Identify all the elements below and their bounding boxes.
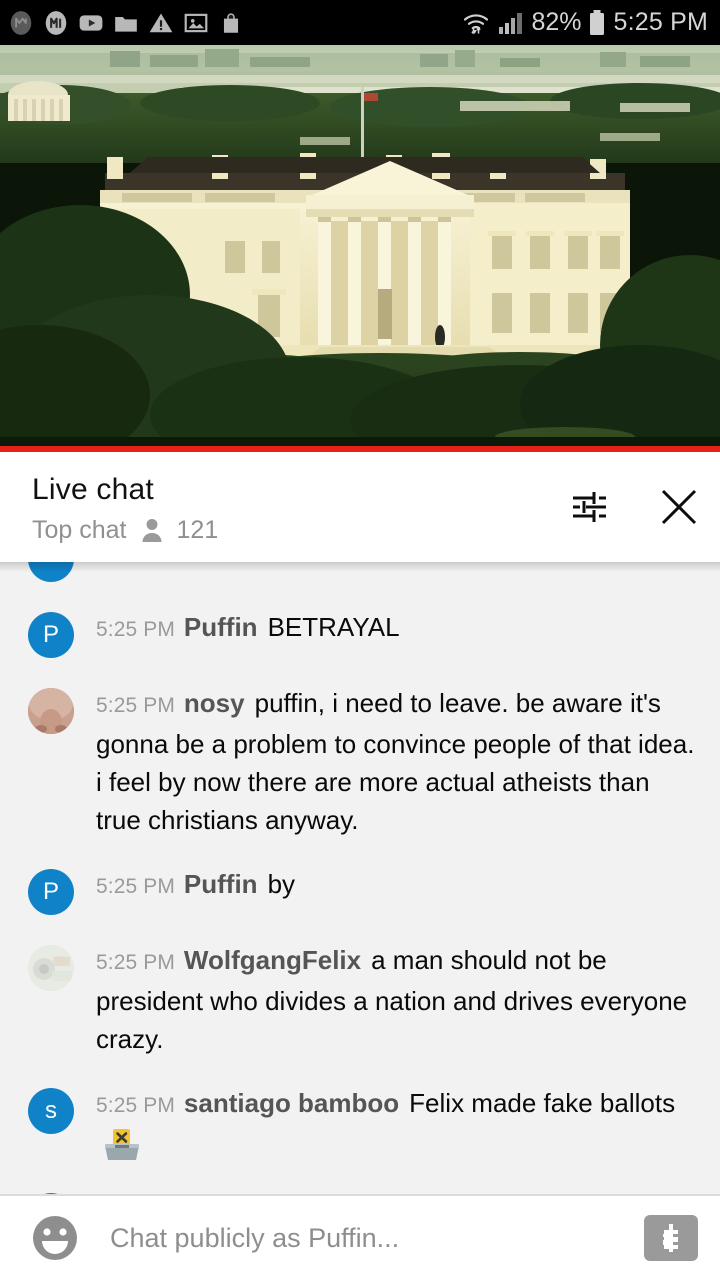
white-house-frame: [0, 45, 720, 449]
person-icon: [142, 519, 162, 542]
chat-input-bar: [0, 1196, 720, 1280]
cell-signal-icon: [499, 12, 523, 34]
video-player[interactable]: [0, 45, 720, 449]
avatar-letter: P: [42, 878, 59, 905]
page-title: Live chat: [32, 473, 154, 506]
avatar[interactable]: [28, 688, 74, 734]
message-body: 5:25 PM Puffin by: [96, 865, 696, 915]
message-author[interactable]: nosy: [184, 688, 245, 718]
chat-mode-label[interactable]: Top chat: [32, 514, 127, 546]
avatar-photo: [28, 688, 74, 734]
list-item[interactable]: P 5:25 PM Puffin BETRAYAL: [0, 608, 720, 658]
avatar[interactable]: P: [28, 869, 74, 915]
status-bar-notifications: [8, 10, 461, 36]
avatar-letter: P: [42, 621, 59, 648]
list-item[interactable]: s 5:25 PM santiago bamboo Felix made fake …: [0, 1084, 720, 1163]
live-chat-header: Live chat Top chat 121: [0, 452, 720, 562]
close-chat-button[interactable]: [656, 484, 702, 530]
battery-icon: [590, 9, 605, 35]
message-body: 5:25 PM Puffin BETRAYAL: [96, 608, 696, 658]
avatar-letter: s: [45, 1097, 57, 1124]
message-timestamp: 5:25 PM: [96, 1094, 175, 1117]
message-timestamp: 5:25 PM: [96, 951, 175, 974]
message-text: by: [267, 869, 296, 899]
chat-header-titles: Live chat Top chat 121: [32, 470, 566, 546]
chat-message-list[interactable]: P 5:25 PM Puffin BETRAYAL 5:25 PM nosy puffi…: [0, 562, 720, 1194]
status-bar: 82% 5:25 PM: [0, 0, 720, 45]
list-item[interactable]: P 5:25 PM Puffin by: [0, 865, 720, 915]
ballot-box-with-ballot-icon: [102, 1128, 142, 1162]
message-author[interactable]: santiago bamboo: [184, 1088, 399, 1118]
messenger-dark-icon: [10, 10, 32, 35]
list-item[interactable]: 5:25 PM nosy puffin, i need to leave. be a…: [0, 684, 720, 839]
chat-header-subtitle-row: Top chat 121: [32, 514, 566, 546]
phone-screen: 82% 5:25 PM Live chat Top chat 121 P 5:2…: [0, 0, 720, 1280]
messenger-icon: [45, 10, 67, 35]
message-body: 5:25 PM nosy puffin, i need to leave. be a…: [96, 684, 696, 839]
message-body: [96, 562, 696, 582]
avatar[interactable]: P: [28, 612, 74, 658]
message-text: BETRAYAL: [267, 612, 400, 642]
status-bar-system: 82% 5:25 PM: [461, 8, 708, 37]
message-author[interactable]: WolfgangFelix: [184, 945, 361, 975]
message-body: 5:25 PM santiago bamboo Felix made fake ba…: [96, 1084, 696, 1163]
shopping-bag-icon: [223, 12, 239, 33]
message-author[interactable]: Puffin: [184, 869, 258, 899]
battery-percent-label: 82%: [531, 8, 582, 36]
warning-icon: [149, 12, 173, 32]
avatar-photo: [28, 945, 74, 991]
message-author[interactable]: Puffin: [184, 612, 258, 642]
tune-sliders-icon: [573, 492, 606, 522]
wifi-icon: [464, 13, 489, 34]
close-x-icon: [661, 489, 697, 525]
avatar[interactable]: [28, 945, 74, 991]
message-timestamp: 5:25 PM: [96, 875, 175, 898]
chat-input[interactable]: [110, 1222, 634, 1254]
list-item[interactable]: 5:25 PM WolfgangFelix a man should not be …: [0, 941, 720, 1058]
chat-header-actions: [566, 484, 702, 530]
dollar-sign-icon: [663, 1224, 678, 1252]
viewer-count: 121: [176, 516, 219, 544]
avatar[interactable]: s: [28, 1088, 74, 1134]
message-body: 5:25 PM WolfgangFelix a man should not be …: [96, 941, 696, 1058]
message-timestamp: 5:25 PM: [96, 618, 175, 641]
youtube-icon: [79, 14, 103, 31]
image-icon: [184, 13, 208, 32]
list-item[interactable]: [0, 562, 720, 582]
avatar[interactable]: [28, 562, 74, 582]
message-timestamp: 5:25 PM: [96, 694, 175, 717]
superchat-button[interactable]: [644, 1215, 698, 1261]
chat-settings-button[interactable]: [566, 484, 612, 530]
status-bar-clock: 5:25 PM: [613, 8, 708, 36]
message-text: Felix made fake ballots: [409, 1088, 676, 1118]
folder-icon: [115, 16, 137, 32]
emoji-smiley-icon[interactable]: [30, 1213, 80, 1263]
